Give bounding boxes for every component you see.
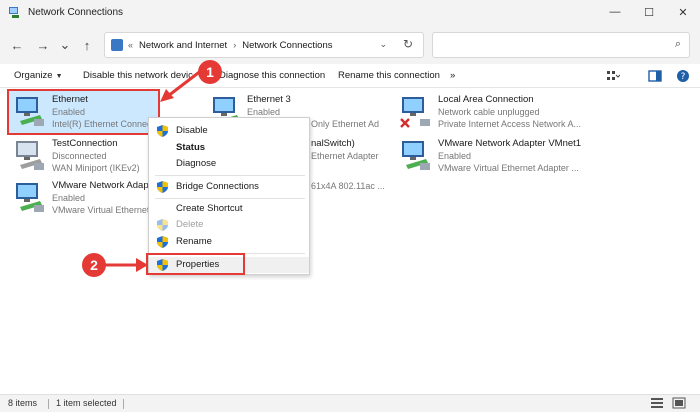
- network-adapter-icon: [398, 139, 434, 173]
- connection-adapter: VMware Virtual Ethernet Adapter ...: [438, 163, 579, 173]
- menu-item-disable[interactable]: Disable: [149, 123, 309, 139]
- back-arrow-icon: ←: [10, 37, 24, 53]
- svg-text:?: ?: [681, 72, 686, 82]
- breadcrumb-network-and-internet[interactable]: Network and Internet: [139, 40, 227, 51]
- breadcrumb-network-connections[interactable]: Network Connections: [242, 40, 332, 51]
- network-adapter-disconnected-icon: [12, 139, 48, 173]
- menu-item-create-shortcut[interactable]: Create Shortcut: [149, 201, 309, 217]
- status-divider: [123, 399, 124, 409]
- item-count: 8 items: [8, 398, 38, 408]
- forward-button[interactable]: →: [34, 36, 52, 54]
- uac-shield-icon: [157, 181, 168, 193]
- callout-highlight-ethernet: [7, 89, 160, 135]
- uac-shield-icon: [157, 219, 168, 231]
- minimize-icon: —: [609, 6, 621, 18]
- recent-locations-button[interactable]: ⌄: [56, 36, 74, 54]
- up-button[interactable]: ↑: [78, 36, 96, 54]
- connection-adapter: Ethernet Adapter: [311, 151, 379, 161]
- connection-name: VMware Network Adapter: [52, 180, 150, 191]
- callout-highlight-properties: [146, 253, 245, 275]
- diagnose-connection-button[interactable]: Diagnose this connection: [219, 70, 329, 81]
- connection-adapter: Private Internet Access Network A...: [438, 119, 582, 129]
- menu-item-diagnose[interactable]: Diagnose: [149, 156, 309, 172]
- details-view-icon[interactable]: [650, 397, 664, 411]
- connection-name: Ethernet 3: [247, 94, 291, 105]
- large-icons-view-icon[interactable]: [672, 397, 686, 411]
- maximize-button[interactable]: ☐: [632, 0, 666, 24]
- change-view-icon[interactable]: [606, 69, 621, 83]
- more-commands-button[interactable]: »: [450, 70, 455, 81]
- rename-connection-button[interactable]: Rename this connection: [338, 70, 440, 81]
- connection-item-vmware-vmnet1[interactable]: VMware Network Adapter VMnet1 Enabled VM…: [394, 135, 694, 177]
- menu-item-delete[interactable]: Delete: [149, 217, 309, 233]
- connection-name: Local Area Connection: [438, 94, 534, 105]
- minimize-button[interactable]: —: [598, 0, 632, 24]
- maximize-icon: ☐: [644, 6, 654, 19]
- caret-down-icon: ▼: [55, 73, 63, 80]
- context-menu: Disable Status Diagnose Bridge Connectio…: [148, 117, 310, 275]
- menu-separator: [155, 198, 305, 199]
- connection-name: TestConnection: [52, 138, 118, 149]
- menu-separator: [155, 175, 305, 176]
- control-panel-icon: [111, 39, 123, 51]
- overflow-chevron-icon[interactable]: «: [128, 40, 133, 50]
- connection-status: Enabled: [438, 151, 472, 161]
- network-adapter-unplugged-icon: [398, 95, 434, 129]
- forward-arrow-icon: →: [36, 37, 50, 53]
- connection-status: Disconnected: [52, 151, 107, 161]
- navigation-bar: ← → ⌄ ↑ « Network and Internet › Network…: [0, 24, 700, 64]
- breadcrumb-separator-icon[interactable]: ›: [233, 40, 236, 50]
- status-bar: 8 items 1 item selected: [0, 394, 700, 412]
- callout-badge-2: 2: [82, 253, 106, 277]
- organize-button[interactable]: Organize ▼: [14, 70, 63, 81]
- connection-status: Network cable unplugged: [438, 107, 540, 117]
- address-bar[interactable]: « Network and Internet › Network Connect…: [104, 32, 424, 58]
- search-icon[interactable]: ⌕: [675, 38, 681, 51]
- connection-adapter: 61x4A 802.11ac ...: [311, 181, 385, 191]
- connection-status: Enabled: [52, 193, 86, 203]
- connections-list: Ethernet Enabled Intel(R) Ethernet Conne…: [0, 88, 700, 394]
- callout-arrow-2: [104, 258, 148, 272]
- menu-item-status[interactable]: Status: [149, 140, 309, 156]
- menu-item-bridge-connections[interactable]: Bridge Connections: [149, 179, 309, 195]
- connection-adapter: VMware Virtual Ethernet Adapter: [52, 205, 150, 215]
- help-icon[interactable]: ?: [676, 69, 690, 83]
- title-bar: Network Connections — ☐ ✕: [0, 0, 700, 24]
- search-box[interactable]: ⌕: [432, 32, 690, 58]
- close-icon: ✕: [678, 6, 688, 19]
- connection-name: nalSwitch): [311, 138, 355, 149]
- refresh-icon[interactable]: ↻: [403, 37, 413, 51]
- organize-label: Organize: [14, 70, 53, 81]
- uac-shield-icon: [157, 236, 168, 248]
- chevron-down-icon: ⌄: [59, 37, 71, 52]
- status-divider: [48, 399, 49, 409]
- close-button[interactable]: ✕: [666, 0, 700, 24]
- network-adapter-icon: [12, 181, 48, 215]
- selected-count: 1 item selected: [56, 398, 117, 408]
- command-bar: Organize ▼ Disable this network device Di…: [0, 64, 700, 88]
- network-connections-app-icon: [8, 5, 22, 19]
- back-button[interactable]: ←: [8, 36, 26, 54]
- up-arrow-icon: ↑: [83, 37, 91, 53]
- preview-pane-icon[interactable]: [648, 69, 662, 83]
- connection-item-local-area-connection[interactable]: Local Area Connection Network cable unpl…: [394, 91, 694, 133]
- connection-name: VMware Network Adapter VMnet1: [438, 138, 582, 149]
- address-dropdown-icon[interactable]: ⌄: [379, 39, 387, 50]
- callout-badge-1: 1: [198, 60, 222, 84]
- menu-item-rename[interactable]: Rename: [149, 234, 309, 250]
- window-title: Network Connections: [28, 6, 124, 18]
- uac-shield-icon: [157, 125, 168, 137]
- connection-adapter: WAN Miniport (IKEv2): [52, 163, 140, 173]
